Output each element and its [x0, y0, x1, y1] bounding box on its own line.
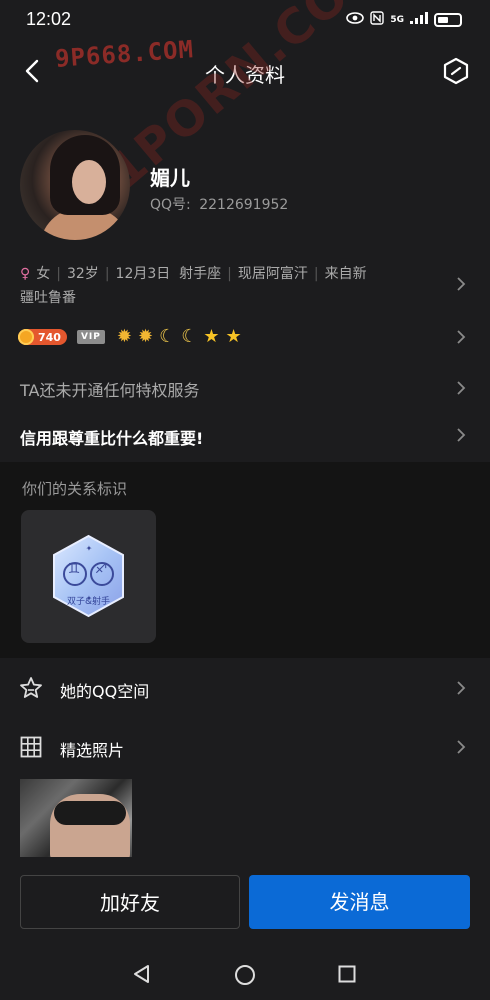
basic-info-row[interactable]: ♀ 女 | 32岁 | 12月3日 射手座 | 现居阿富汗 | 来自新 疆吐鲁番 — [20, 262, 440, 310]
featured-photo-thumbnail[interactable] — [20, 779, 132, 857]
sun-level-icon: ✹ — [116, 326, 132, 347]
system-nav-bar — [0, 950, 490, 1000]
coin-icon — [18, 329, 34, 345]
chevron-right-icon — [457, 277, 466, 291]
qq-number-line: QQ号: 2212691952 — [150, 194, 288, 214]
profile-section: 媚儿 QQ号: 2212691952 ♀ 女 | 32岁 | 12月3日 射手座 | 现居阿富… — [0, 102, 490, 462]
nav-home-icon[interactable] — [234, 964, 256, 986]
level-badge: 740 — [18, 329, 67, 345]
qq-number: 2212691952 — [199, 197, 289, 213]
signature[interactable]: 信用跟尊重比什么都重要! — [20, 425, 203, 449]
send-message-button[interactable]: 发消息 — [249, 875, 470, 929]
status-icons: 5G — [346, 11, 462, 28]
star-level-icon: ★ — [203, 326, 220, 347]
chevron-right-icon — [457, 740, 466, 754]
hexagon-settings-icon — [443, 57, 469, 85]
star-level-icon: ★ — [225, 326, 242, 347]
nav-recents-icon[interactable] — [338, 965, 356, 983]
more-options-button[interactable] — [442, 57, 470, 85]
battery-icon — [434, 12, 462, 27]
add-friend-button[interactable]: 加好友 — [20, 875, 240, 929]
grid-icon — [20, 736, 42, 758]
hometown-line1: 来自新 — [324, 266, 367, 282]
network-type-label: 5G — [390, 14, 404, 25]
signal-icon — [410, 12, 428, 27]
qzone-label: 她的QQ空间 — [60, 682, 150, 701]
zodiac: 射手座 — [179, 266, 222, 282]
status-time: 12:02 — [26, 9, 72, 29]
nav-back-icon[interactable] — [132, 964, 152, 984]
chevron-right-icon — [457, 428, 466, 442]
star-outline-icon — [20, 677, 42, 698]
qzone-row[interactable]: 她的QQ空间 — [0, 660, 490, 716]
sun-level-icon: ✹ — [137, 326, 154, 347]
chevron-right-icon — [457, 330, 466, 344]
hometown-line2: 疆吐鲁番 — [20, 290, 76, 306]
relationship-section: 你们的关系标识 ✦ ✦ ♊ ♐ 双子&射手 — [0, 462, 490, 658]
gemini-symbol: ♊ — [67, 561, 81, 577]
sagittarius-symbol: ♐ — [94, 561, 108, 577]
relationship-badge-card[interactable]: ✦ ✦ ♊ ♐ 双子&射手 — [21, 510, 156, 643]
photos-label: 精选照片 — [60, 741, 125, 760]
qq-label: QQ号: — [150, 197, 191, 213]
privilege-status[interactable]: TA还未开通任何特权服务 — [20, 377, 199, 401]
nickname: 媚儿 — [150, 166, 190, 190]
female-icon: ♀ — [20, 266, 31, 282]
chevron-right-icon — [457, 681, 466, 695]
relationship-title: 你们的关系标识 — [22, 480, 128, 498]
level-number: 740 — [38, 330, 61, 344]
level-badges-row[interactable]: 740 VIP ✹ ✹ ☾ ☾ ★ ★ — [18, 325, 242, 349]
age: 32岁 — [66, 266, 99, 282]
moon-level-icon: ☾ — [181, 326, 198, 347]
location: 现居阿富汗 — [237, 266, 308, 282]
bottom-action-bar: 加好友 发消息 — [0, 858, 490, 950]
svg-text:✦: ✦ — [86, 544, 93, 553]
chevron-right-icon — [457, 381, 466, 395]
gender: 女 — [36, 266, 51, 282]
relationship-badge-label: 双子&射手 — [66, 597, 111, 607]
nfc-icon — [370, 11, 385, 28]
moon-level-icon: ☾ — [159, 326, 176, 347]
avatar[interactable] — [20, 130, 130, 240]
birthday: 12月3日 — [115, 266, 171, 282]
photos-row[interactable]: 精选照片 — [0, 719, 490, 775]
vip-badge: VIP — [76, 330, 105, 344]
